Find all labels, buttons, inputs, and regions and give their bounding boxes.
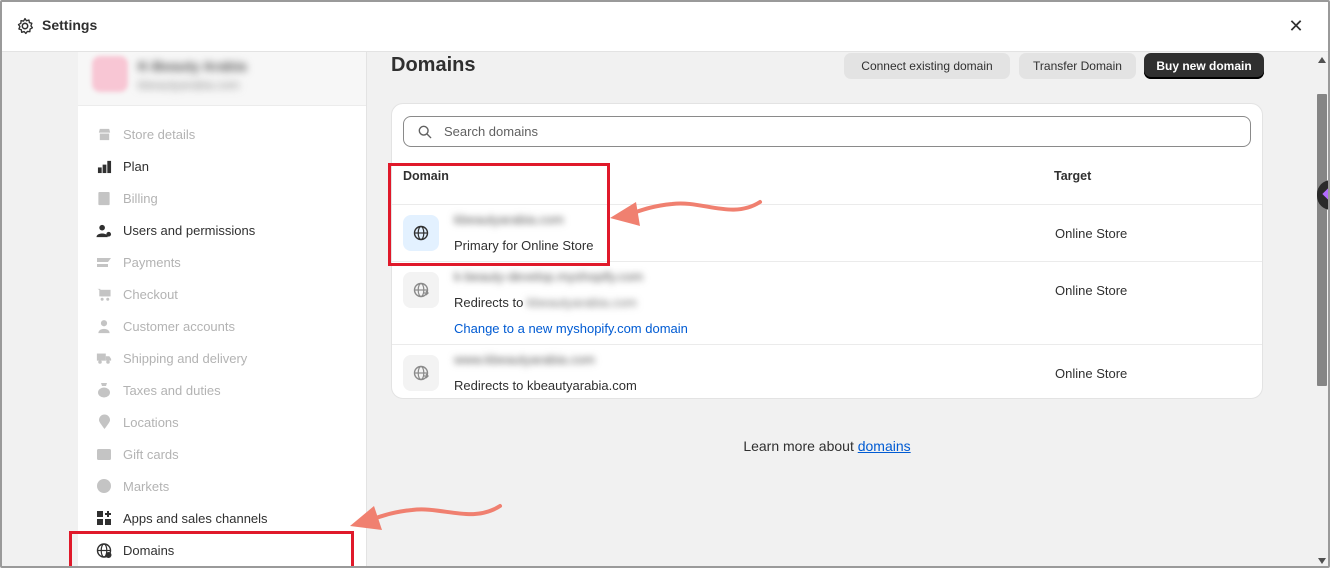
domain-name: k-beauty-develop.myshopify.com — [454, 269, 644, 284]
store-card[interactable]: K-Beauty Arabia kbeautyarabia.com — [78, 52, 366, 106]
sidebar-item-label: Gift cards — [123, 446, 179, 462]
globe-redirect-icon — [403, 355, 439, 391]
domain-name: www.kbeautyarabia.com — [454, 352, 595, 367]
settings-sidebar: K-Beauty Arabia kbeautyarabia.com Store … — [78, 52, 367, 566]
column-header-domain[interactable]: Domain — [403, 169, 449, 183]
domain-name: kbeautyarabia.com — [454, 212, 564, 227]
sidebar-item-domains[interactable]: Domains — [78, 534, 366, 566]
sidebar-item-label: Taxes and duties — [123, 382, 221, 398]
scrollbar-thumb[interactable] — [1317, 94, 1327, 386]
location-icon — [96, 414, 112, 430]
gear-icon — [17, 17, 34, 35]
sidebar-item-gift-cards[interactable]: Gift cards — [78, 438, 366, 470]
sidebar-item-label: Shipping and delivery — [123, 350, 248, 366]
store-icon — [96, 126, 112, 142]
window-title: Settings — [42, 17, 98, 33]
title-bar: Settings ✕ — [2, 2, 1328, 52]
close-icon[interactable]: ✕ — [1286, 16, 1306, 36]
sidebar-item-label: Domains — [123, 542, 175, 558]
tax-icon — [96, 382, 112, 398]
globe-icon — [403, 215, 439, 251]
page-title: Domains — [391, 54, 476, 76]
sidebar-item-checkout[interactable]: Checkout — [78, 278, 366, 310]
domain-target: Online Store — [1055, 283, 1128, 298]
globe-icon — [96, 478, 112, 494]
person-icon — [96, 318, 112, 334]
sidebar-item-label: Checkout — [123, 286, 178, 302]
change-myshopify-domain-link[interactable]: Change to a new myshopify.com domain — [454, 321, 688, 336]
users-icon — [96, 222, 112, 238]
sidebar-item-label: Payments — [123, 254, 181, 270]
sidebar-item-plan[interactable]: Plan — [78, 150, 366, 182]
domain-subtitle: Redirects to kbeautyarabia.com — [454, 378, 637, 393]
table-row[interactable]: kbeautyarabia.com Primary for Online Sto… — [392, 204, 1262, 261]
sidebar-item-taxes[interactable]: Taxes and duties — [78, 374, 366, 406]
vertical-scrollbar[interactable] — [1314, 52, 1328, 566]
scroll-down-arrow-icon[interactable] — [1318, 558, 1326, 564]
sidebar-item-billing[interactable]: Billing — [78, 182, 366, 214]
redirect-label: Redirects to — [454, 295, 524, 310]
learn-more-text: Learn more about domains — [368, 438, 1286, 454]
truck-icon — [96, 350, 112, 366]
sidebar-item-markets[interactable]: Markets — [78, 470, 366, 502]
domains-help-link[interactable]: domains — [858, 438, 911, 454]
sidebar-item-users[interactable]: Users and permissions — [78, 214, 366, 246]
globe-icon — [96, 542, 112, 558]
sidebar-item-customer-accounts[interactable]: Customer accounts — [78, 310, 366, 342]
gift-card-icon — [96, 446, 112, 462]
sidebar-item-shipping[interactable]: Shipping and delivery — [78, 342, 366, 374]
billing-icon — [96, 190, 112, 206]
search-placeholder: Search domains — [444, 124, 538, 139]
settings-window: Settings ✕ K-Beauty Arabia kbeautyarabia… — [0, 0, 1330, 568]
sidebar-item-payments[interactable]: Payments — [78, 246, 366, 278]
domain-target: Online Store — [1055, 226, 1128, 241]
sidebar-item-label: Users and permissions — [123, 222, 256, 238]
sidebar-item-store-details[interactable]: Store details — [78, 118, 366, 150]
sidebar-item-label: Billing — [123, 190, 158, 206]
globe-redirect-icon — [403, 272, 439, 308]
table-row[interactable]: k-beauty-develop.myshopify.com Redirects… — [392, 261, 1262, 344]
store-name: K-Beauty Arabia — [138, 58, 247, 74]
connect-existing-domain-button[interactable]: Connect existing domain — [844, 53, 1010, 79]
buy-new-domain-button[interactable]: Buy new domain — [1144, 53, 1264, 79]
sidebar-item-label: Locations — [123, 414, 179, 430]
sidebar-item-label: Customer accounts — [123, 318, 235, 334]
domain-subtitle: Redirects to kbeautyarabia.com — [454, 295, 637, 310]
store-avatar — [92, 56, 128, 92]
domain-target: Online Store — [1055, 366, 1128, 381]
settings-nav: Store details Plan Billing Users and per… — [78, 118, 366, 566]
sidebar-item-label: Plan — [123, 158, 150, 174]
scroll-up-arrow-icon[interactable] — [1318, 57, 1326, 63]
domain-subtitle: Primary for Online Store — [454, 238, 594, 253]
sidebar-item-label: Store details — [123, 126, 196, 142]
payments-icon — [96, 254, 112, 270]
domains-card: Search domains Domain Target kbeautyarab… — [391, 103, 1263, 399]
sidebar-item-label: Markets — [123, 478, 170, 494]
table-row[interactable]: www.kbeautyarabia.com Redirects to kbeau… — [392, 344, 1262, 398]
redirect-target: kbeautyarabia.com — [527, 295, 637, 310]
store-email: kbeautyarabia.com — [138, 78, 240, 92]
sidebar-item-label: Apps and sales channels — [123, 510, 268, 526]
main-content: Domains Connect existing domain Transfer… — [368, 52, 1314, 566]
column-header-target: Target — [1054, 169, 1092, 183]
learn-more-prefix: Learn more about — [743, 438, 858, 454]
plan-icon — [96, 158, 112, 174]
transfer-domain-button[interactable]: Transfer Domain — [1019, 53, 1136, 79]
sidebar-item-locations[interactable]: Locations — [78, 406, 366, 438]
cart-icon — [96, 286, 112, 302]
sidebar-item-apps[interactable]: Apps and sales channels — [78, 502, 366, 534]
search-icon — [418, 125, 432, 139]
search-input[interactable]: Search domains — [403, 116, 1251, 147]
apps-icon — [96, 510, 112, 526]
